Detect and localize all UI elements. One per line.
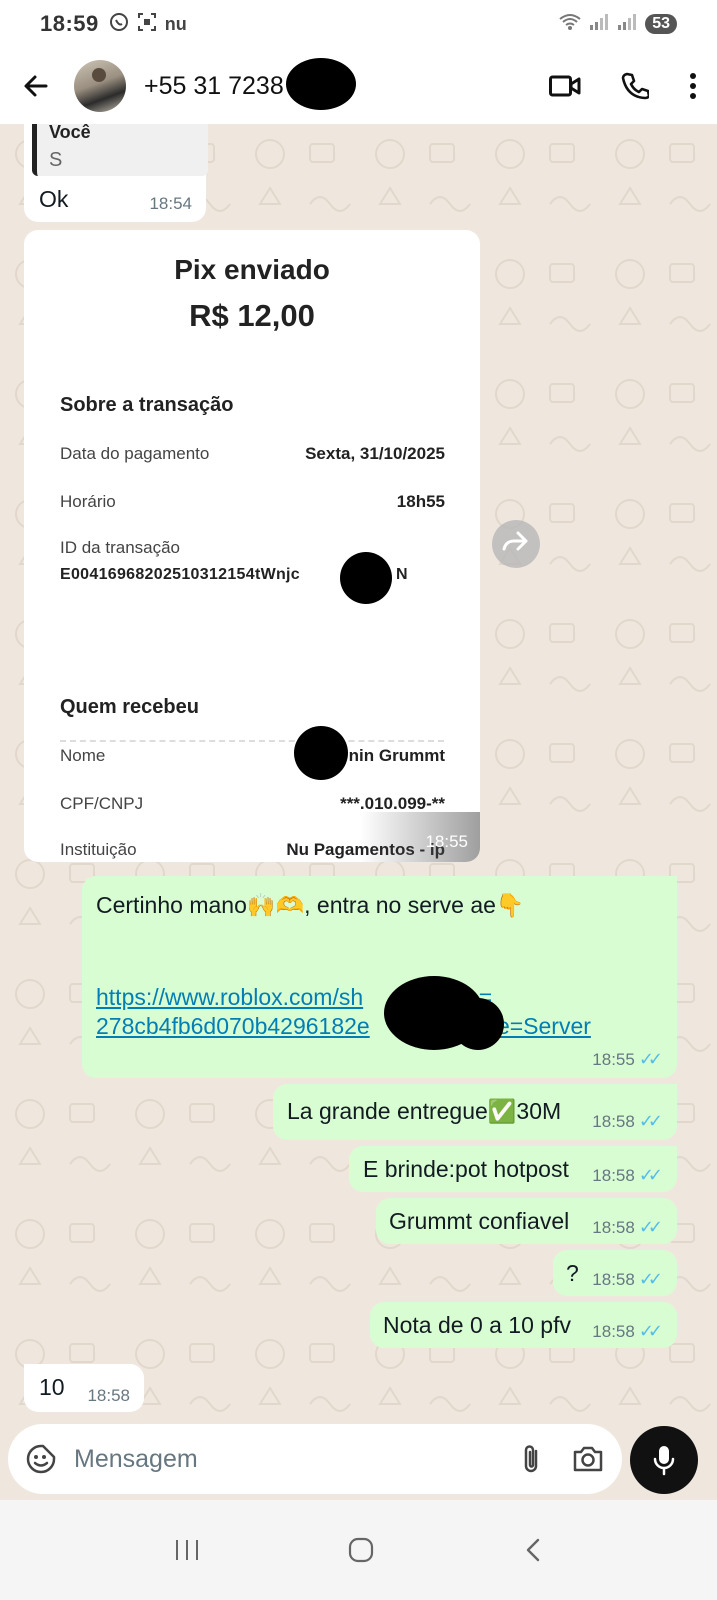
message-composer: Mensagem xyxy=(8,1424,622,1494)
message-outgoing[interactable]: ? 18:58 ✓✓ xyxy=(553,1250,677,1296)
pix-receipt-image[interactable]: Pix enviado R$ 12,00 Sobre a transação D… xyxy=(24,230,480,862)
status-time: 18:59 xyxy=(40,11,99,36)
receipt-id-value: E00416968202510312154tWnjc xyxy=(60,566,300,583)
forward-icon xyxy=(502,531,530,558)
read-receipt-icon: ✓✓ xyxy=(638,1269,663,1289)
forward-button[interactable] xyxy=(492,520,540,568)
video-call-icon[interactable] xyxy=(549,74,581,98)
receipt-hour-label: Horário xyxy=(60,492,116,511)
message-time: 18:58 xyxy=(592,1111,635,1131)
message-text: Grummt confiavel xyxy=(389,1208,570,1234)
message-time: 18:54 xyxy=(149,194,192,213)
status-notification-icons: nu xyxy=(109,12,187,37)
emoji-sticker-icon[interactable] xyxy=(26,1444,56,1474)
message-text: La grande entregue✅30M xyxy=(287,1098,562,1124)
receipt-title: Pix enviado xyxy=(174,254,330,285)
receipt-section-recipient: Quem recebeu xyxy=(60,696,199,718)
link-line-2[interactable]: 278cb4fb6d070b4296182e xyxy=(96,1013,370,1039)
receipt-amount: R$ 12,00 xyxy=(189,298,315,333)
message-text: Ok xyxy=(39,186,69,212)
receipt-date-label: Data do pagamento xyxy=(60,444,210,463)
message-incoming[interactable]: 10 18:58 xyxy=(24,1364,144,1412)
read-receipt-icon: ✓✓ xyxy=(638,1111,663,1131)
message-time: 18:58 xyxy=(592,1165,635,1185)
link-line-1[interactable]: https://www.roblox.com/sh xyxy=(96,984,363,1010)
read-receipt-icon: ✓✓ xyxy=(638,1165,663,1185)
message-link[interactable]: https://www.roblox.com/shde= 278cb4fb6d0… xyxy=(96,984,666,1040)
message-time: 18:55 xyxy=(592,1049,635,1069)
read-receipt-icon: ✓✓ xyxy=(638,1321,663,1341)
redaction-mark xyxy=(340,552,392,604)
receipt-hour-value: 18h55 xyxy=(396,492,445,511)
quoted-message[interactable]: Você S xyxy=(32,124,208,176)
system-navigation-bar xyxy=(0,1500,717,1600)
message-text: E brinde:pot hotpost xyxy=(363,1156,569,1182)
read-receipt-icon: ✓✓ xyxy=(638,1217,663,1237)
message-text: 10 xyxy=(39,1374,65,1400)
receipt-date-value: Sexta, 31/10/2025 xyxy=(305,444,445,463)
more-options-icon[interactable] xyxy=(689,72,697,100)
message-incoming[interactable]: Você S Ok 18:54 xyxy=(24,124,208,222)
message-text: Certinho mano🙌🫶, entra no serve ae👇 xyxy=(96,892,525,918)
receipt-name-value: nin Grummt xyxy=(348,746,445,765)
chat-area[interactable]: Você S Ok 18:54 Pix enviado R$ 12,00 Sob… xyxy=(0,124,717,1452)
message-outgoing[interactable]: E brinde:pot hotpost 18:58 ✓✓ xyxy=(349,1146,677,1192)
battery-indicator: 53 xyxy=(645,14,677,34)
wifi-icon xyxy=(559,13,581,36)
message-time: 18:55 xyxy=(425,832,468,851)
redaction-mark xyxy=(294,726,348,780)
message-text: Nota de 0 a 10 pfv xyxy=(383,1312,571,1338)
voice-message-button[interactable] xyxy=(630,1426,698,1494)
contact-name[interactable]: +55 31 7238 xyxy=(144,57,356,110)
phone-call-icon[interactable] xyxy=(621,72,649,100)
receipt-cpf-label: CPF/CNPJ xyxy=(60,794,144,813)
carrier-label: nu xyxy=(164,13,187,34)
message-outgoing[interactable]: Certinho mano🙌🫶, entra no serve ae👇 http… xyxy=(82,876,677,1078)
back-arrow-icon[interactable] xyxy=(20,70,52,102)
quote-text: S xyxy=(49,149,63,171)
back-nav-icon[interactable] xyxy=(523,1537,543,1563)
receipt-divider xyxy=(60,740,444,742)
attach-icon[interactable] xyxy=(520,1443,542,1475)
scan-icon xyxy=(137,12,157,37)
receipt-id-label: ID da transação xyxy=(60,538,181,557)
signal-icon-2 xyxy=(617,13,637,35)
receipt-cpf-value: ***.010.099-** xyxy=(340,794,445,813)
message-input[interactable]: Mensagem xyxy=(74,1445,490,1474)
home-icon[interactable] xyxy=(348,1537,374,1563)
message-outgoing[interactable]: La grande entregue✅30M 18:58 ✓✓ xyxy=(273,1084,677,1140)
message-time: 18:58 xyxy=(592,1269,635,1289)
redaction-mark xyxy=(452,998,504,1050)
recent-apps-icon[interactable] xyxy=(174,1538,200,1562)
avatar[interactable] xyxy=(74,60,126,112)
message-time: 18:58 xyxy=(87,1386,130,1405)
chat-header: +55 31 7238 xyxy=(0,48,717,124)
status-bar: 18:59 nu 53 xyxy=(0,0,717,48)
message-time: 18:58 xyxy=(592,1321,635,1341)
message-outgoing[interactable]: Grummt confiavel 18:58 ✓✓ xyxy=(376,1198,677,1244)
redaction-mark xyxy=(286,57,356,110)
message-text: ? xyxy=(566,1260,579,1286)
whatsapp-icon xyxy=(109,12,129,37)
receipt-id-suffix: N xyxy=(396,566,408,583)
receipt-name-label: Nome xyxy=(60,746,106,765)
message-time: 18:58 xyxy=(592,1217,635,1237)
receipt-institution-label: Instituição xyxy=(60,840,137,859)
microphone-icon xyxy=(652,1444,676,1476)
signal-icon-1 xyxy=(589,13,609,35)
quote-author: Você xyxy=(49,124,91,142)
message-outgoing[interactable]: Nota de 0 a 10 pfv 18:58 ✓✓ xyxy=(370,1302,677,1348)
read-receipt-icon: ✓✓ xyxy=(638,1049,663,1069)
receipt-section-transaction: Sobre a transação xyxy=(60,394,234,416)
camera-icon[interactable] xyxy=(572,1445,604,1473)
